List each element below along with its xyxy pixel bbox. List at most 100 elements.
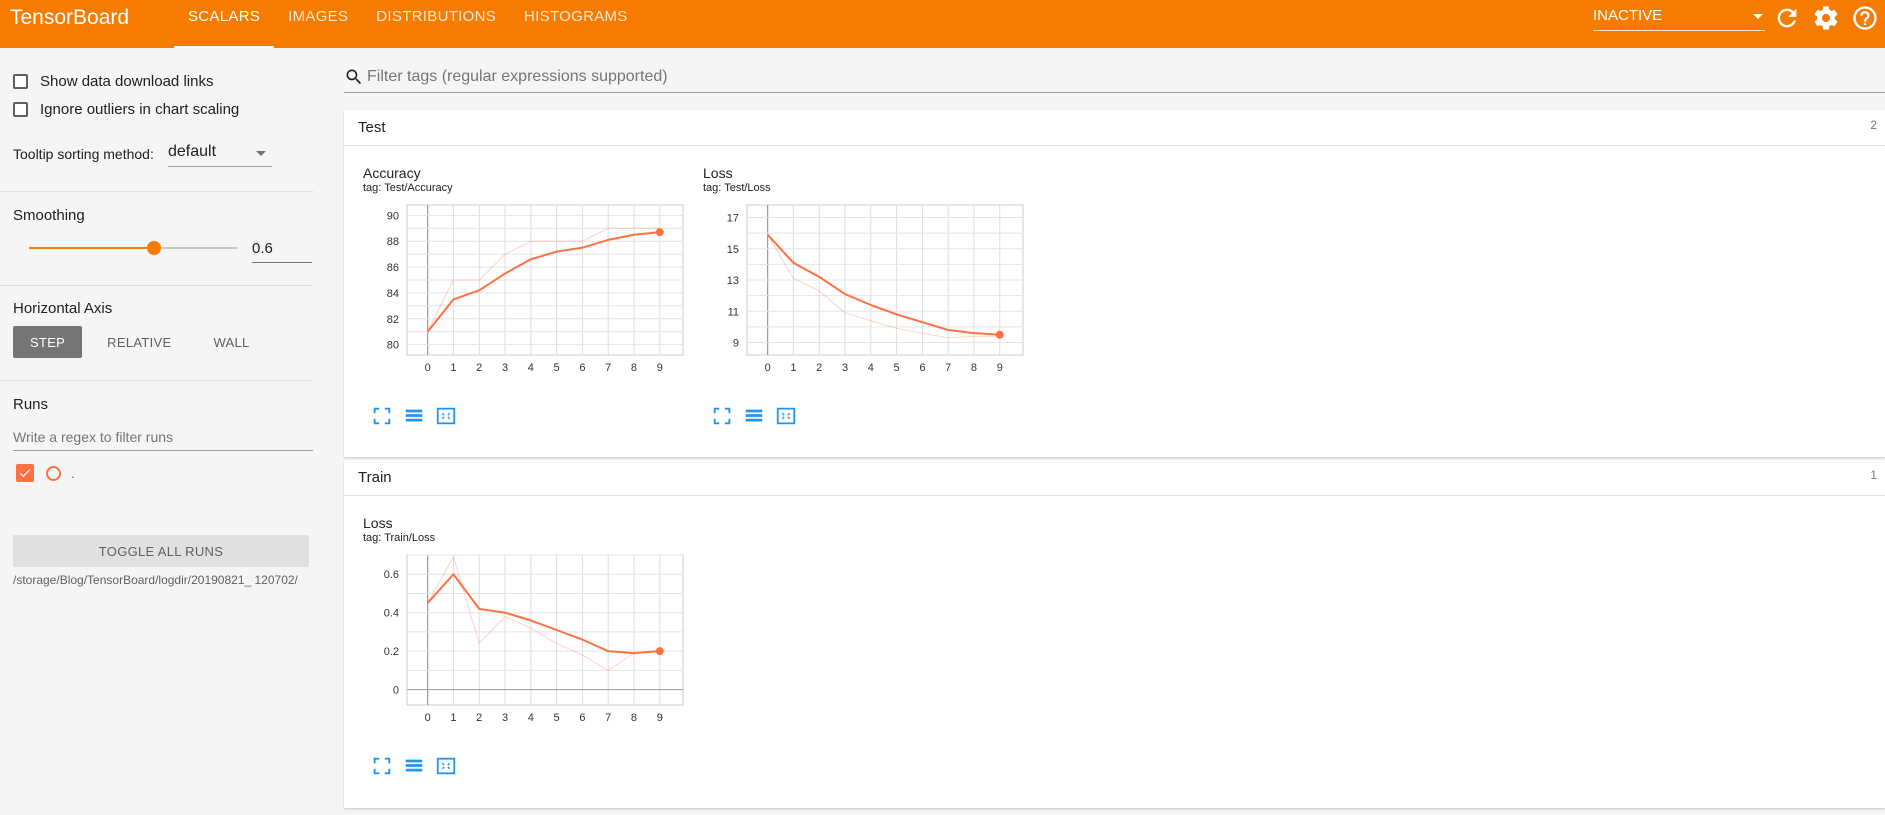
category-count: 2 — [1870, 118, 1877, 132]
series-line-smoothed — [766, 234, 1000, 336]
x-tick-label: 9 — [657, 712, 663, 724]
chart-title: Accuracy — [363, 165, 421, 181]
data-table-icon[interactable] — [403, 405, 425, 427]
axis-relative-button[interactable]: RELATIVE — [90, 326, 188, 358]
y-tick-label: 0.2 — [384, 646, 399, 658]
x-tick-label: 6 — [919, 362, 925, 374]
show-download-links-checkbox[interactable] — [13, 74, 28, 89]
tooltip-sorting-select[interactable]: default — [168, 142, 272, 167]
fullscreen-icon[interactable] — [371, 755, 393, 777]
runs-filter-input[interactable]: Write a regex to filter runs — [13, 426, 313, 451]
y-tick-label: 0.6 — [384, 569, 399, 581]
ignore-outliers-label: Ignore outliers in chart scaling — [40, 101, 240, 118]
ignore-outliers-checkbox[interactable] — [13, 102, 28, 117]
x-tick-label: 6 — [579, 712, 585, 724]
chart-plot[interactable]: 0 1 2 3 4 5 6 7 8 9 0 0.2 0.4 0.6 — [363, 547, 693, 747]
chart-plot[interactable]: 0 1 2 3 4 5 6 7 8 9 9 11 13 15 17 — [703, 197, 1033, 397]
data-point — [655, 647, 664, 656]
x-tick-label: 5 — [554, 362, 560, 374]
dropdown-arrow-icon — [256, 151, 266, 156]
x-tick-label: 1 — [450, 362, 456, 374]
chart-toolbar — [371, 755, 467, 777]
tab-scalars[interactable]: SCALARS — [174, 0, 275, 48]
tab-histograms[interactable]: HISTOGRAMS — [510, 0, 642, 48]
smoothing-slider-handle[interactable] — [146, 241, 161, 255]
series-line-raw — [767, 234, 1000, 339]
axis-step-button[interactable]: STEP — [13, 326, 83, 358]
y-tick-label: 13 — [727, 275, 739, 287]
category-card-test: Test 2 Accuracy tag: Test/Accuracy 0 1 2 3 4… — [344, 110, 1885, 457]
chart-toolbar — [711, 405, 807, 427]
tag-filter-input[interactable]: Filter tags (regular expressions support… — [344, 64, 1885, 93]
tab-distributions[interactable]: DISTRIBUTIONS — [362, 0, 510, 48]
app-brand: TensorBoard — [10, 6, 130, 29]
x-tick-label: 6 — [579, 362, 585, 374]
chart-title: Loss — [363, 515, 393, 531]
tooltip-sorting-value: default — [168, 143, 217, 160]
chart-tag: tag: Test/Loss — [703, 182, 771, 194]
runs-filter-placeholder: Write a regex to filter runs — [13, 429, 174, 445]
toggle-all-runs-button[interactable]: TOGGLE ALL RUNS — [13, 535, 309, 567]
show-download-links-option[interactable]: Show data download links — [13, 73, 213, 90]
data-table-icon[interactable] — [743, 405, 765, 427]
run-color-circle[interactable] — [46, 465, 61, 481]
data-point — [995, 330, 1004, 339]
x-tick-label: 7 — [605, 362, 611, 374]
x-tick-label: 4 — [528, 362, 534, 374]
run-checkbox[interactable] — [16, 464, 34, 482]
search-icon — [346, 69, 362, 85]
chart-plot[interactable]: 0 1 2 3 4 5 6 7 8 9 80 82 84 86 88 90 — [363, 197, 693, 397]
x-tick-label: 3 — [502, 362, 508, 374]
fit-domain-icon[interactable] — [435, 405, 457, 427]
plot-frame — [406, 554, 684, 706]
chart-tag: tag: Test/Accuracy — [363, 182, 453, 194]
x-tick-label: 5 — [894, 362, 900, 374]
help-icon[interactable] — [1851, 4, 1879, 32]
checkmark-icon — [19, 469, 31, 478]
category-header-train[interactable]: Train 1 — [344, 460, 1885, 496]
smoothing-slider[interactable] — [29, 241, 237, 255]
fit-domain-icon[interactable] — [435, 755, 457, 777]
data-point — [655, 228, 664, 237]
y-tick-label: 80 — [387, 340, 399, 352]
smoothing-title: Smoothing — [13, 207, 85, 224]
chart-toolbar — [371, 405, 467, 427]
axis-wall-button[interactable]: WALL — [196, 326, 266, 358]
x-tick-label: 2 — [476, 362, 482, 374]
category-name: Train — [358, 469, 392, 486]
dashboard-select[interactable]: INACTIVE — [1593, 6, 1765, 31]
x-tick-label: 9 — [657, 362, 663, 374]
settings-icon[interactable] — [1812, 4, 1840, 32]
divider — [0, 380, 313, 381]
dashboard-tabs: SCALARS IMAGES DISTRIBUTIONS HISTOGRAMS — [174, 0, 642, 48]
category-header-test[interactable]: Test 2 — [344, 110, 1885, 146]
chart-card-train-loss: Loss tag: Train/Loss 0 1 2 3 4 5 6 7 8 9 0 0.2 0.4 0.… — [363, 515, 693, 785]
logdir-path: /storage/Blog/TensorBoard/logdir/2019082… — [13, 573, 298, 587]
run-item[interactable]: . — [16, 464, 75, 482]
horizontal-axis-buttons: STEP RELATIVE WALL — [13, 326, 275, 358]
dropdown-arrow-icon — [1753, 14, 1763, 19]
tab-images[interactable]: IMAGES — [274, 0, 362, 48]
refresh-icon[interactable] — [1773, 4, 1801, 32]
app-toolbar: TensorBoard SCALARS IMAGES DISTRIBUTIONS… — [0, 0, 1885, 48]
smoothing-value: 0.6 — [252, 240, 273, 257]
fullscreen-icon[interactable] — [711, 405, 733, 427]
fit-domain-icon[interactable] — [775, 405, 797, 427]
ignore-outliers-option[interactable]: Ignore outliers in chart scaling — [13, 101, 239, 118]
tooltip-sorting-label: Tooltip sorting method: — [13, 146, 154, 162]
category-name: Test — [358, 119, 386, 136]
horizontal-axis-title: Horizontal Axis — [13, 300, 113, 317]
run-name: . — [71, 465, 75, 481]
x-tick-label: 4 — [528, 712, 534, 724]
category-card-train: Train 1 Loss tag: Train/Loss 01234567890… — [344, 460, 1885, 808]
data-table-icon[interactable] — [403, 755, 425, 777]
fullscreen-icon[interactable] — [371, 405, 393, 427]
chart-title: Loss — [703, 165, 733, 181]
smoothing-value-input[interactable]: 0.6 — [252, 238, 312, 263]
show-download-links-label: Show data download links — [40, 73, 214, 90]
x-tick-label: 0 — [425, 362, 431, 374]
y-tick-label: 9 — [733, 338, 739, 350]
divider — [0, 191, 313, 192]
x-tick-label: 8 — [631, 712, 637, 724]
dashboard-select-value: INACTIVE — [1593, 7, 1663, 24]
